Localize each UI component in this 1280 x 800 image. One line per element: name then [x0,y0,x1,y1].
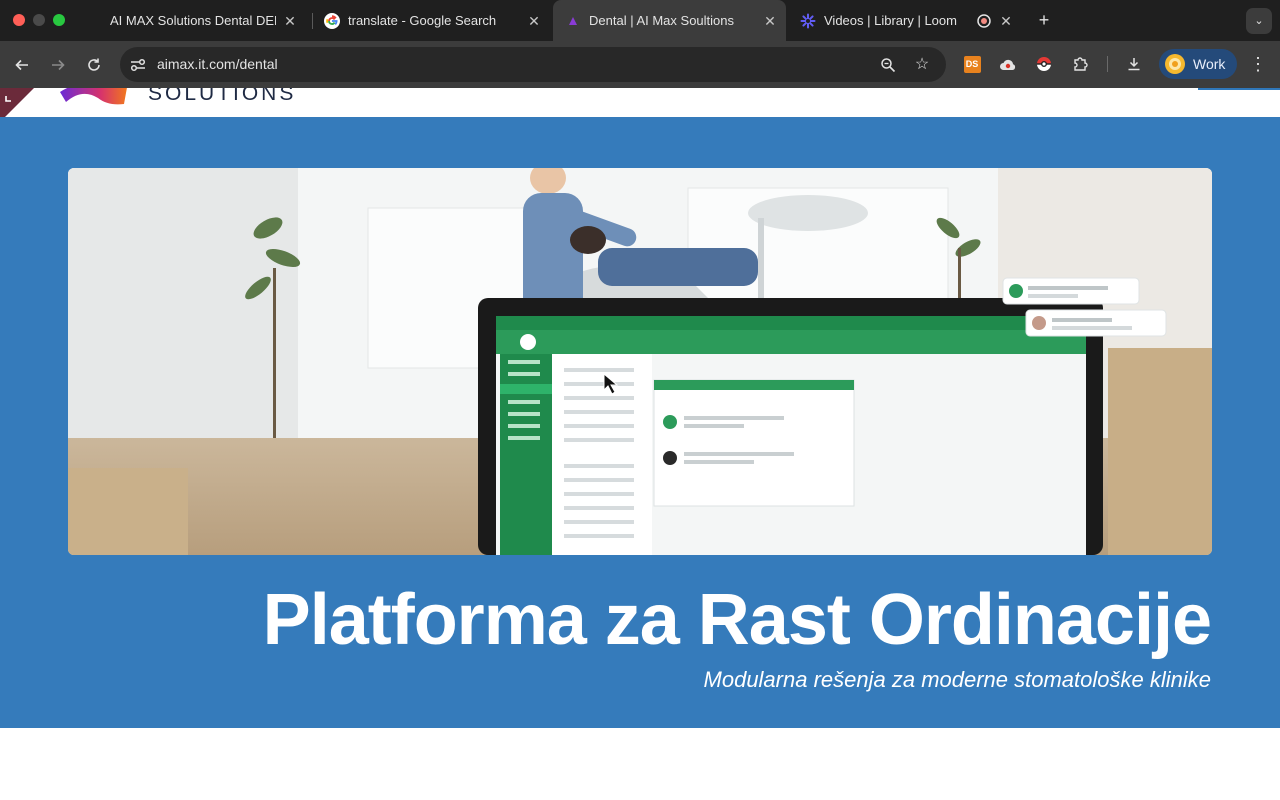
bookmark-star-icon[interactable]: ☆ [912,55,932,75]
google-icon [324,12,340,29]
profile-avatar [1165,54,1185,74]
browser-tab-active[interactable]: Dental | AI Max Soultions ✕ [553,0,786,41]
header-accent-line [1198,88,1280,90]
cloud-extension-icon[interactable] [998,54,1018,74]
back-button[interactable] [10,53,34,77]
tab-title: AI MAX Solutions Dental DEM [110,13,276,28]
profile-button[interactable]: Work [1159,49,1237,79]
profile-label: Work [1193,56,1226,72]
site-header: SOLUTIONS [0,88,1280,122]
reload-button[interactable] [82,53,106,77]
forward-button[interactable] [46,53,70,77]
close-icon[interactable]: ✕ [762,13,778,29]
hero-title: Platforma za Rast Ordinacije [262,580,1212,660]
tab-title: Dental | AI Max Soultions [589,13,735,28]
window-close-button[interactable] [13,14,25,26]
dental-clinic-illustration [68,168,1212,555]
hero-image [68,168,1212,555]
downloads-icon[interactable] [1124,54,1144,74]
window-maximize-button[interactable] [53,14,65,26]
new-tab-button[interactable]: + [1034,10,1054,30]
browser-tabstrip: AI MAX Solutions Dental DEM ✕ translate … [0,0,1280,41]
aimax-favicon [565,13,581,29]
close-icon[interactable]: ✕ [526,13,542,29]
url-text: aimax.it.com/dental [157,56,278,72]
loom-icon [800,13,816,29]
site-settings-icon[interactable] [128,55,148,75]
zoom-icon[interactable] [878,55,898,75]
browser-tab[interactable]: translate - Google Search ✕ [316,0,550,41]
browser-menu-icon[interactable]: ⋮ [1248,52,1268,76]
tab-title: translate - Google Search [348,13,497,28]
extension-ds-label: DS [963,55,981,73]
hero-subtitle: Modularna rešenja za moderne stomatološk… [703,667,1211,692]
extensions-puzzle-icon[interactable] [1070,54,1090,74]
window-minimize-button[interactable] [33,14,45,26]
close-icon[interactable]: ✕ [998,13,1014,29]
recording-icon [976,13,992,29]
browser-toolbar: aimax.it.com/dental ☆ DS [0,41,1280,88]
close-icon[interactable]: ✕ [282,13,298,29]
pokeball-extension-icon[interactable] [1034,54,1054,74]
logo-text: SOLUTIONS [148,88,297,105]
hero-section: Platforma za Rast Ordinacije Modularna r… [0,117,1280,728]
toolbar-separator [1107,56,1108,72]
tab-title: Videos | Library | Loom [824,13,957,28]
web-page: SOLUTIONS Platforma za Rast Ordinacije M… [0,88,1280,800]
tab-separator [312,13,313,29]
extension-ds-icon[interactable]: DS [962,54,982,74]
aimax-logo-icon[interactable] [58,88,130,106]
address-bar[interactable]: aimax.it.com/dental ☆ [120,47,946,82]
browser-tab[interactable]: AI MAX Solutions Dental DEM ✕ [96,0,306,41]
tab-search-button[interactable]: ⌄ [1246,8,1272,34]
browser-tab[interactable]: Videos | Library | Loom ✕ [790,0,1022,41]
